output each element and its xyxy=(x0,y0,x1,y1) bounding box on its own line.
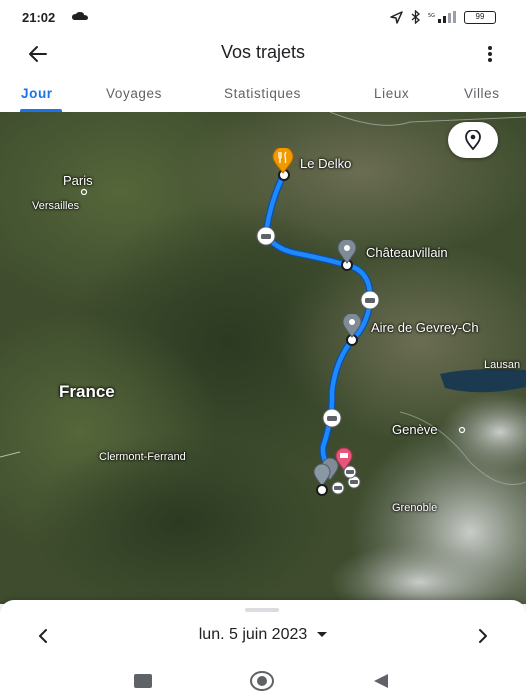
restaurant-pin-icon[interactable] xyxy=(271,148,295,174)
map-view[interactable]: Le Delko Châteauvillain Aire de Gevrey-C… xyxy=(0,112,526,604)
tab-statistiques[interactable]: Statistiques xyxy=(224,86,301,101)
places-button[interactable] xyxy=(448,122,498,158)
tab-bar: Jour Voyages Statistiques Lieux Villes xyxy=(0,76,526,112)
car-stop-icon[interactable] xyxy=(322,408,342,428)
status-bar: 21:02 5G 99 xyxy=(0,0,526,34)
place-pin-icon[interactable] xyxy=(336,240,358,264)
bluetooth-icon xyxy=(411,10,420,24)
city-label-paris: Paris xyxy=(63,173,93,188)
signal-icon: 5G xyxy=(428,11,456,23)
city-dot xyxy=(80,188,88,196)
system-nav-bar xyxy=(0,662,526,700)
battery-icon: 99 xyxy=(464,10,496,24)
place-label-delko[interactable]: Le Delko xyxy=(300,156,351,171)
city-dot xyxy=(458,426,466,434)
location-arrow-icon xyxy=(390,10,403,24)
stops-cluster[interactable] xyxy=(310,444,370,496)
city-label-geneve: Genève xyxy=(392,422,438,437)
city-label-clermont: Clermont-Ferrand xyxy=(99,451,186,463)
country-label-france: France xyxy=(59,382,115,401)
city-label-lausanne: Lausan xyxy=(484,359,521,371)
page-title: Vos trajets xyxy=(220,42,306,62)
place-label-chateauvillain[interactable]: Châteauvillain xyxy=(366,245,448,260)
date-selector[interactable]: lun. 5 juin 2023 xyxy=(0,626,526,644)
status-time: 21:02 xyxy=(22,10,56,25)
tab-villes[interactable]: Villes xyxy=(464,86,500,101)
svg-text:5G: 5G xyxy=(428,13,435,19)
date-label: lun. 5 juin 2023 xyxy=(198,626,308,643)
recent-apps-icon[interactable] xyxy=(134,674,152,688)
tab-voyages[interactable]: Voyages xyxy=(106,86,162,101)
status-icons: 5G 99 xyxy=(390,10,496,24)
dropdown-caret-icon xyxy=(317,632,328,638)
city-label-grenoble: Grenoble xyxy=(392,502,438,514)
car-stop-icon[interactable] xyxy=(360,290,380,310)
app-bar: Vos trajets xyxy=(0,34,526,74)
cloud-icon xyxy=(72,12,88,20)
car-stop-icon[interactable] xyxy=(256,226,276,246)
chevron-right-icon[interactable] xyxy=(472,626,492,646)
home-icon[interactable] xyxy=(250,670,274,692)
more-vert-icon[interactable] xyxy=(480,40,500,68)
place-pin-icon[interactable] xyxy=(341,314,363,338)
place-label-gevrey[interactable]: Aire de Gevrey-Ch xyxy=(371,320,479,335)
location-pin-icon xyxy=(465,130,481,150)
tab-lieux[interactable]: Lieux xyxy=(374,86,409,101)
drag-handle[interactable] xyxy=(245,608,279,612)
nav-back-icon[interactable] xyxy=(372,672,390,690)
bottom-sheet[interactable]: lun. 5 juin 2023 xyxy=(0,600,526,662)
city-label-versailles: Versailles xyxy=(32,200,80,212)
tab-jour[interactable]: Jour xyxy=(21,86,53,101)
